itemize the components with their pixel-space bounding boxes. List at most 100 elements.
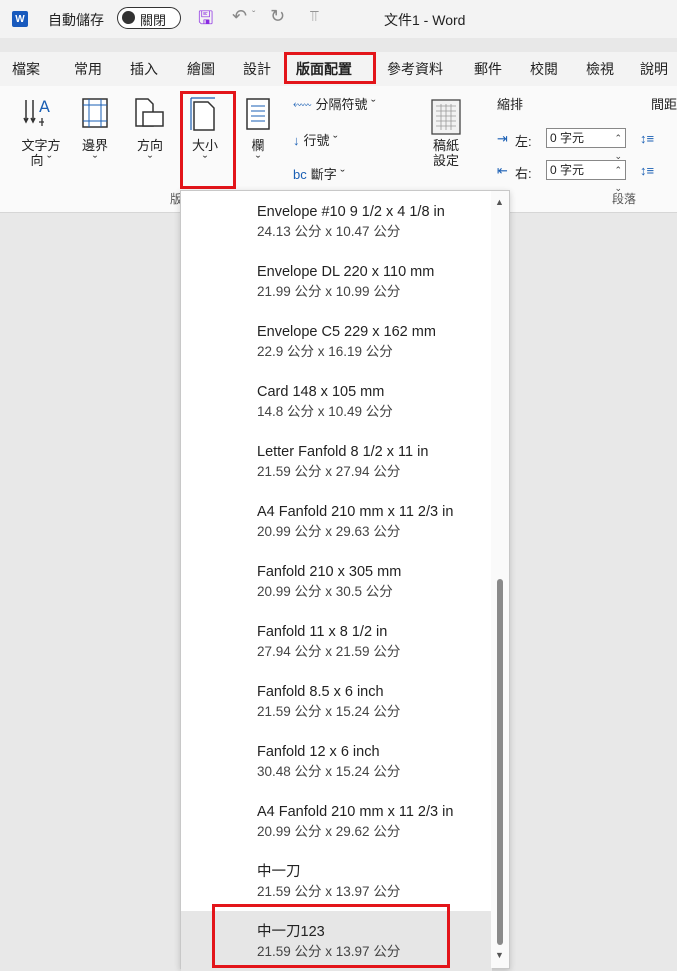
tab-file[interactable]: 檔案 (12, 59, 40, 79)
size-option[interactable]: Fanfold 11 x 8 1/2 in 27.94 公分 x 21.59 公… (181, 611, 492, 671)
size-option-dims: 21.99 公分 x 10.99 公分 (257, 284, 401, 299)
undo-icon[interactable]: ↶ (232, 6, 247, 27)
size-option[interactable]: Fanfold 8.5 x 6 inch 21.59 公分 x 15.24 公分 (181, 671, 492, 731)
columns-icon (246, 98, 270, 130)
line-numbers-button[interactable]: ↓ 行號 ˇ (293, 130, 337, 149)
title-bar: W 自動儲存 關閉 🖫 ↶ ˇ ↻ ⫪ 文件1 - Word (0, 0, 677, 38)
size-option-dims: 21.59 公分 x 13.97 公分 (257, 884, 401, 899)
spacing-before-icon: ↕≡ (640, 131, 655, 146)
tab-view[interactable]: 檢視 (586, 59, 614, 79)
tab-home[interactable]: 常用 (74, 59, 102, 79)
hyphenation-button[interactable]: bc 斷字 ˇ (293, 164, 345, 183)
tab-design[interactable]: 設計 (243, 59, 271, 79)
hyphenation-icon: bc (293, 167, 307, 182)
save-icon[interactable]: 🖫 (198, 6, 213, 36)
size-option-name: Fanfold 8.5 x 6 inch (257, 684, 384, 700)
size-option[interactable]: Envelope DL 220 x 110 mm 21.99 公分 x 10.9… (181, 251, 492, 311)
size-option-dims: 21.59 公分 x 27.94 公分 (257, 464, 401, 479)
indent-left-icon: ⇥ (497, 131, 508, 146)
scroll-down-arrow-icon[interactable]: ▼ (495, 950, 504, 960)
size-option-dims: 14.8 公分 x 10.49 公分 (257, 404, 393, 419)
svg-text:A: A (39, 97, 50, 116)
size-option-name: Envelope C5 229 x 162 mm (257, 324, 436, 340)
size-option[interactable]: Fanfold 210 x 305 mm 20.99 公分 x 30.5 公分 (181, 551, 492, 611)
tab-help[interactable]: 說明 (640, 59, 668, 79)
scroll-up-arrow-icon[interactable]: ▲ (495, 197, 504, 207)
size-option[interactable]: Fanfold 12 x 6 inch 30.48 公分 x 15.24 公分 (181, 731, 492, 791)
size-option-name: Fanfold 12 x 6 inch (257, 744, 380, 760)
indent-right-icon: ⇤ (497, 163, 508, 178)
size-option-name: Card 148 x 105 mm (257, 384, 385, 400)
autosave-label: 自動儲存 (48, 12, 104, 28)
size-option[interactable]: 中一刀 21.59 公分 x 13.97 公分 (181, 851, 492, 911)
size-option-name: Envelope #10 9 1/2 x 4 1/8 in (257, 204, 445, 220)
indent-left-value: 0 字元 (550, 131, 585, 145)
autosave-toggle[interactable]: 關閉 (117, 7, 181, 29)
margins-label: 邊界 (81, 138, 108, 153)
line-numbers-icon: ↓ (293, 133, 300, 148)
draft-settings-label-2: 設定 (432, 153, 459, 168)
size-option-dims: 24.13 公分 x 10.47 公分 (257, 224, 401, 239)
size-option-dims: 20.99 公分 x 29.62 公分 (257, 824, 401, 839)
redo-icon[interactable]: ↻ (270, 6, 285, 27)
size-option[interactable]: Envelope C5 229 x 162 mm 22.9 公分 x 16.19… (181, 311, 492, 371)
spacing-label: 間距 (651, 97, 677, 112)
size-option-dims: 20.99 公分 x 30.5 公分 (257, 584, 393, 599)
draft-paper-icon (430, 98, 462, 136)
tab-draw[interactable]: 繪圖 (187, 59, 215, 79)
text-direction-label: 文字方 (21, 138, 61, 153)
line-numbers-label: 行號 ˇ (303, 133, 338, 148)
margins-label-2: ˇ (92, 153, 98, 168)
size-option[interactable]: Card 148 x 105 mm 14.8 公分 x 10.49 公分 (181, 371, 492, 431)
size-option-name: 中一刀 (257, 864, 301, 880)
indent-left-input[interactable]: 0 字元 ⌃ ⌄ (546, 128, 626, 161)
orientation-icon (133, 96, 167, 130)
columns-label: 欄 (251, 138, 265, 153)
orientation-label-2: ˇ (147, 153, 153, 168)
selected-size-highlight-box (212, 904, 450, 968)
spacing-after-icon: ↕≡ (640, 163, 655, 178)
columns-label-2: ˇ (255, 153, 261, 168)
page-size-dropdown[interactable]: Envelope #10 9 1/2 x 4 1/8 in 24.13 公分 x… (180, 190, 510, 971)
size-option[interactable]: Letter Fanfold 8 1/2 x 11 in 21.59 公分 x … (181, 431, 492, 491)
breaks-icon: ⬳ (293, 97, 312, 112)
size-option-dims: 30.48 公分 x 15.24 公分 (257, 764, 401, 779)
size-option-name: Letter Fanfold 8 1/2 x 11 in (257, 444, 429, 460)
size-option[interactable]: Envelope #10 9 1/2 x 4 1/8 in 24.13 公分 x… (181, 191, 492, 251)
size-option-name: A4 Fanfold 210 mm x 11 2/3 in (257, 504, 454, 520)
size-option-dims: 21.59 公分 x 15.24 公分 (257, 704, 401, 719)
size-button-highlight-box (180, 91, 236, 189)
toggle-knob (122, 11, 135, 24)
dropdown-scrollbar[interactable]: ▲ ▼ (491, 191, 509, 968)
document-title: 文件1 - Word (384, 12, 466, 28)
size-option-name: Envelope DL 220 x 110 mm (257, 264, 435, 280)
size-option-name: Fanfold 11 x 8 1/2 in (257, 624, 388, 640)
indent-label: 縮排 (497, 97, 524, 112)
indent-right-input[interactable]: 0 字元 ⌃ ⌄ (546, 160, 626, 193)
size-option-dims: 27.94 公分 x 21.59 公分 (257, 644, 401, 659)
tab-mailings[interactable]: 郵件 (474, 59, 502, 79)
autosave-state: 關閉 (140, 13, 167, 28)
indent-right-value: 0 字元 (550, 163, 585, 177)
scrollbar-thumb[interactable] (497, 579, 503, 945)
breaks-button[interactable]: ⬳ 分隔符號 ˇ (293, 94, 375, 113)
tab-highlight-box (284, 52, 376, 84)
size-option[interactable]: A4 Fanfold 210 mm x 11 2/3 in 20.99 公分 x… (181, 791, 492, 851)
tab-references[interactable]: 參考資料 (387, 59, 443, 79)
text-direction-icon: A (22, 96, 56, 130)
indent-left-label: 左: (515, 134, 532, 149)
size-option-name: Fanfold 210 x 305 mm (257, 564, 402, 580)
tab-insert[interactable]: 插入 (130, 59, 158, 79)
size-option-dims: 20.99 公分 x 29.63 公分 (257, 524, 401, 539)
undo-dropdown-icon[interactable]: ˇ (252, 10, 255, 21)
breaks-label: 分隔符號 ˇ (315, 97, 376, 112)
tab-review[interactable]: 校閱 (530, 59, 558, 79)
size-option[interactable]: A4 Fanfold 210 mm x 11 2/3 in 20.99 公分 x… (181, 491, 492, 551)
customize-qat-icon[interactable]: ⫪ (310, 8, 318, 25)
text-direction-label-2: 向 ˇ (30, 153, 52, 168)
draft-settings-label: 稿紙 (432, 138, 459, 153)
word-app-icon: W (12, 11, 28, 27)
size-option-name: A4 Fanfold 210 mm x 11 2/3 in (257, 804, 454, 820)
margins-icon (80, 96, 110, 130)
indent-right-label: 右: (515, 166, 532, 181)
